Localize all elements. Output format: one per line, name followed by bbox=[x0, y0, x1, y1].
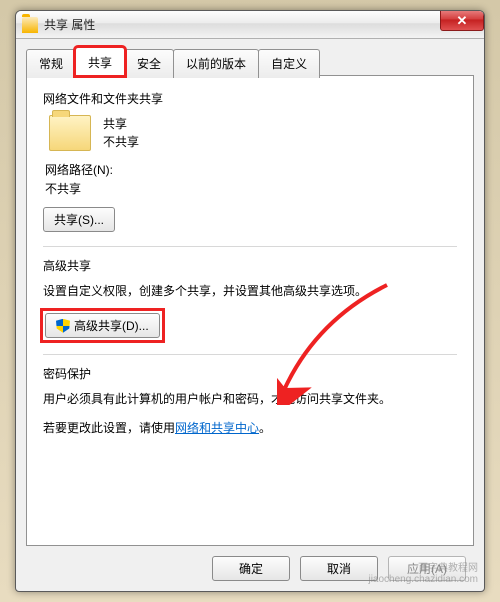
tab-label: 常规 bbox=[39, 57, 63, 71]
password-desc-2: 若要更改此设置，请使用网络和共享中心。 bbox=[43, 419, 457, 438]
tab-label: 共享 bbox=[88, 56, 112, 70]
folder-icon bbox=[22, 17, 38, 33]
text: 。 bbox=[259, 421, 271, 435]
advanced-button-highlight: 高级共享(D)... bbox=[43, 311, 162, 340]
button-label: 确定 bbox=[239, 560, 263, 577]
tab-previous-versions[interactable]: 以前的版本 bbox=[173, 49, 259, 78]
divider bbox=[43, 246, 457, 247]
tab-strip: 常规 共享 安全 以前的版本 自定义 bbox=[26, 47, 474, 76]
section-title-advanced: 高级共享 bbox=[43, 257, 457, 274]
section-title-password: 密码保护 bbox=[43, 365, 457, 382]
tab-general[interactable]: 常规 bbox=[26, 49, 76, 78]
watermark-line: jiaocheng.chazidian.com bbox=[368, 574, 478, 585]
shield-icon bbox=[56, 319, 70, 333]
tab-label: 安全 bbox=[137, 57, 161, 71]
folder-text: 共享 不共享 bbox=[103, 115, 139, 151]
close-icon: ✕ bbox=[457, 13, 468, 29]
button-label: 共享(S)... bbox=[54, 211, 104, 228]
tab-panel-sharing: 网络文件和文件夹共享 共享 不共享 网络路径(N): 不共享 共享(S)... … bbox=[26, 75, 474, 546]
tab-sharing[interactable]: 共享 bbox=[75, 47, 125, 76]
cancel-button[interactable]: 取消 bbox=[300, 556, 378, 581]
network-path-value: 不共享 bbox=[45, 180, 457, 197]
network-sharing-center-link[interactable]: 网络和共享中心 bbox=[175, 421, 259, 435]
section-title-network-share: 网络文件和文件夹共享 bbox=[43, 90, 457, 107]
advanced-share-button[interactable]: 高级共享(D)... bbox=[45, 313, 160, 338]
divider bbox=[43, 354, 457, 355]
folder-large-icon bbox=[49, 115, 91, 151]
tab-label: 以前的版本 bbox=[186, 57, 246, 71]
watermark: 百字典教程网 jiaocheng.chazidian.com bbox=[368, 563, 478, 585]
ok-button[interactable]: 确定 bbox=[212, 556, 290, 581]
close-button[interactable]: ✕ bbox=[440, 11, 484, 31]
password-desc-1: 用户必须具有此计算机的用户帐户和密码，才能访问共享文件夹。 bbox=[43, 390, 457, 409]
dialog-content: 常规 共享 安全 以前的版本 自定义 网络文件和文件夹共享 共享 不共享 网络路… bbox=[16, 39, 484, 591]
window-title: 共享 属性 bbox=[44, 16, 95, 33]
advanced-desc: 设置自定义权限，创建多个共享，并设置其他高级共享选项。 bbox=[43, 282, 457, 301]
tab-security[interactable]: 安全 bbox=[124, 49, 174, 78]
tab-label: 自定义 bbox=[271, 57, 307, 71]
properties-dialog: 共享 属性 ✕ 常规 共享 安全 以前的版本 自定义 网络文件和文件夹共享 共享… bbox=[15, 10, 485, 592]
share-button[interactable]: 共享(S)... bbox=[43, 207, 115, 232]
text: 若要更改此设置，请使用 bbox=[43, 421, 175, 435]
folder-info-block: 共享 不共享 bbox=[49, 115, 457, 151]
button-label: 高级共享(D)... bbox=[74, 317, 149, 334]
folder-name: 共享 bbox=[103, 115, 139, 133]
tab-custom[interactable]: 自定义 bbox=[258, 49, 320, 78]
folder-share-status: 不共享 bbox=[103, 133, 139, 151]
network-path-label: 网络路径(N): bbox=[45, 161, 457, 178]
titlebar: 共享 属性 ✕ bbox=[16, 11, 484, 39]
watermark-line: 百字典教程网 bbox=[368, 563, 478, 574]
button-label: 取消 bbox=[327, 560, 351, 577]
